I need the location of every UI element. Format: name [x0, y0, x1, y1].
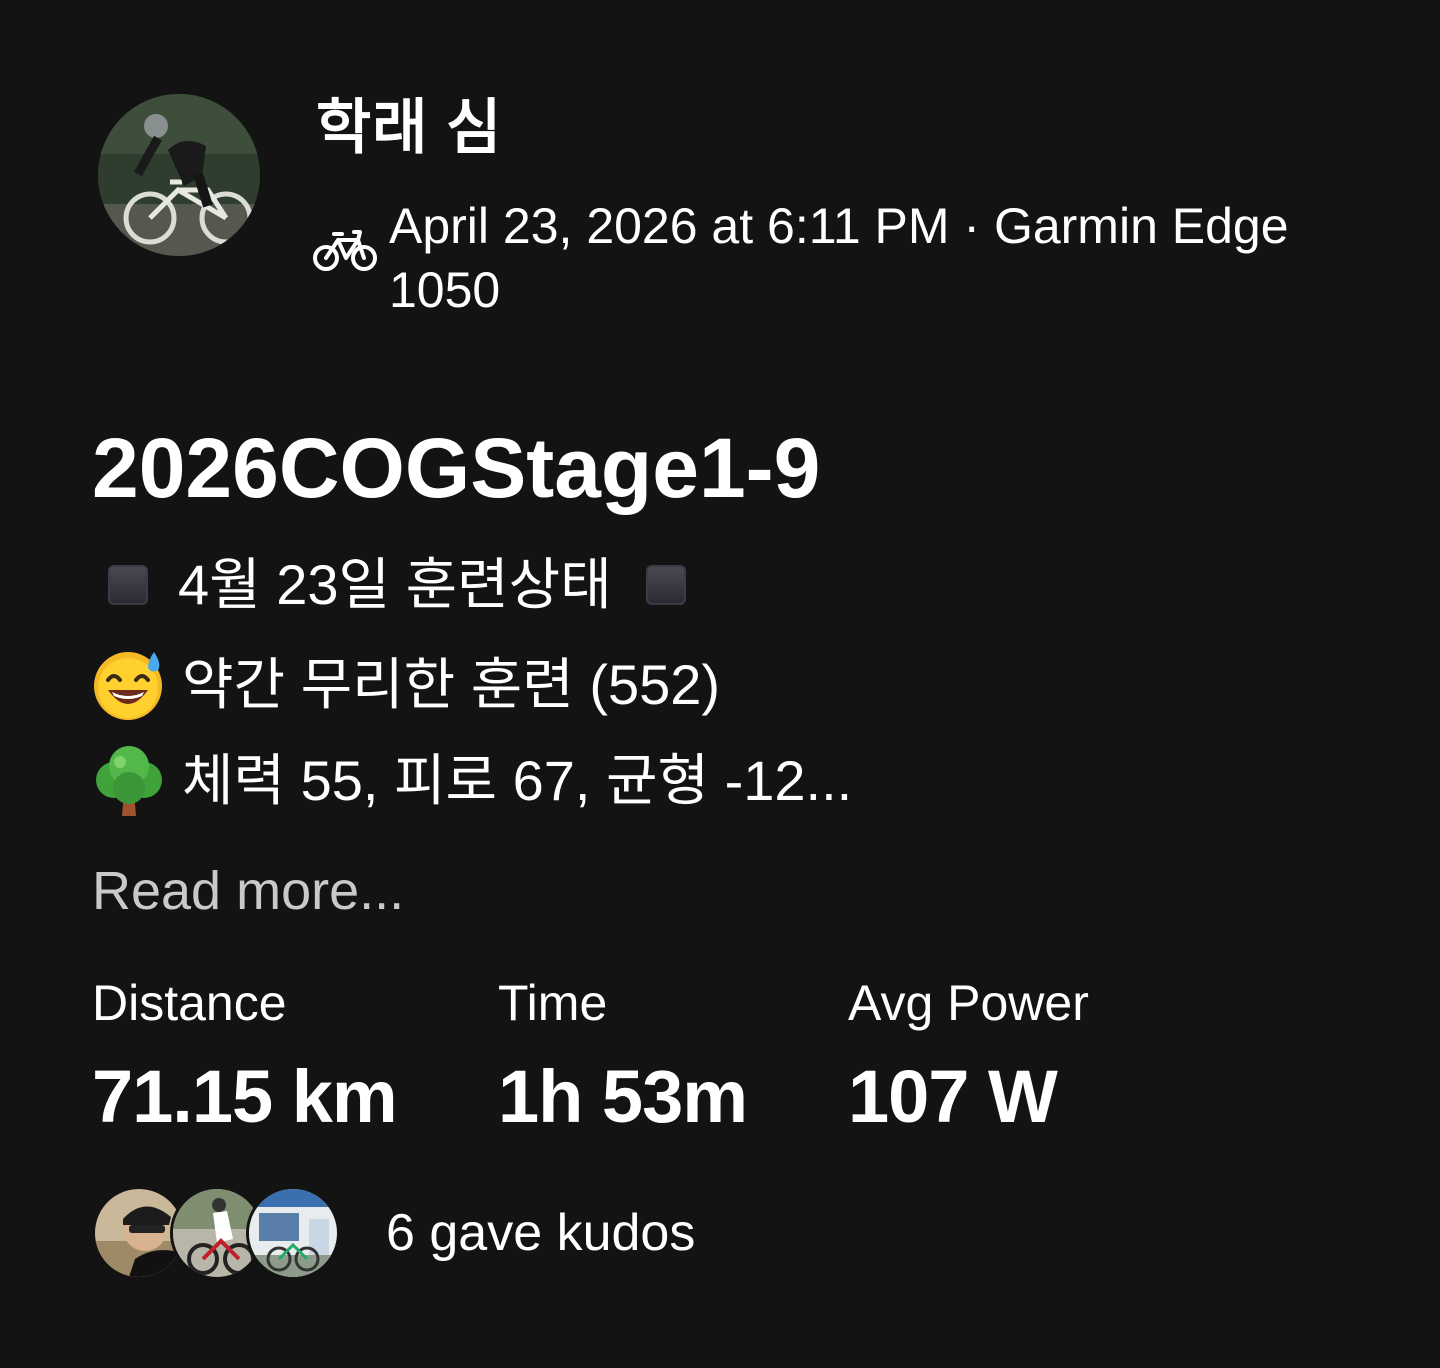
kudos-avatar-3[interactable]: [246, 1186, 340, 1280]
tree-emoji: [92, 744, 166, 818]
athlete-name[interactable]: 학래 심: [316, 92, 502, 164]
stat-label: Avg Power: [848, 975, 1089, 1031]
stat-avg-power: Avg Power 107 W: [848, 972, 1089, 1142]
activity-meta: April 23, 2026 at 6:11 PM · Garmin Edge …: [389, 198, 1289, 318]
read-more-link[interactable]: Read more...: [92, 856, 404, 926]
bicycle-icon: [312, 226, 378, 274]
description-text: 4월 23일 훈련상태: [178, 553, 612, 616]
description-line-1: 4월 23일 훈련상태: [92, 550, 700, 620]
description-text: 약간 무리한 훈련 (552): [182, 653, 721, 716]
black-square-icon: [645, 565, 686, 605]
description-text: 체력 55, 피로 67, 균형 -12...: [182, 749, 853, 812]
avatar-photo: [98, 94, 260, 256]
kudos-count[interactable]: 6 gave kudos: [386, 1198, 695, 1268]
description-line-2: 약간 무리한 훈련 (552): [92, 648, 720, 722]
black-square-icon: [108, 565, 148, 605]
stat-value: 1h 53m: [498, 1055, 748, 1138]
stat-label: Time: [498, 975, 608, 1031]
sweat-smile-emoji: [92, 648, 166, 722]
stat-label: Distance: [92, 975, 287, 1031]
stat-time: Time 1h 53m: [498, 972, 748, 1142]
athlete-avatar[interactable]: [98, 94, 260, 256]
activity-title[interactable]: 2026COGStage1-9: [92, 418, 820, 518]
stat-value: 107 W: [848, 1055, 1058, 1138]
stat-distance: Distance 71.15 km: [92, 972, 398, 1142]
stat-value: 71.15 km: [92, 1055, 398, 1138]
description-line-3: 체력 55, 피로 67, 균형 -12...: [92, 744, 852, 818]
